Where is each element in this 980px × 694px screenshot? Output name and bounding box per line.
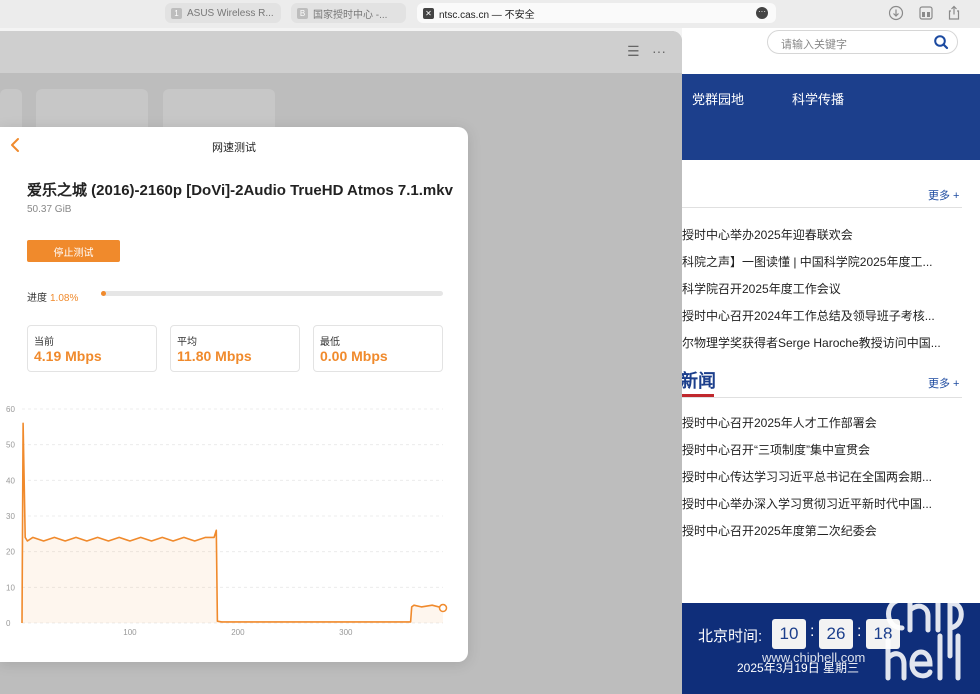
section-divider	[682, 397, 962, 398]
speed-test-dialog: 网速测试 爱乐之城 (2016)-2160p [DoVi]-2Audio Tru…	[0, 127, 468, 662]
y-tick-label: 50	[6, 441, 15, 450]
tab-label: ASUS Wireless R...	[187, 7, 274, 19]
progress-bar-fill	[101, 291, 107, 296]
tab-more-icon[interactable]: ···	[756, 7, 768, 19]
list-view-icon[interactable]: ☰	[627, 43, 640, 60]
stat-card-current: 当前 4.19 Mbps	[27, 325, 157, 372]
clock-hour: 10	[772, 619, 806, 649]
list-item[interactable]: 授时中心举办深入学习贯彻习近平新时代中国...	[682, 495, 964, 512]
y-tick-label: 30	[6, 512, 15, 521]
list-item[interactable]: 授时中心召开2025年度第二次纪委会	[682, 522, 964, 539]
y-tick-label: 20	[6, 548, 15, 557]
stat-value: 0.00 Mbps	[320, 348, 388, 364]
beijing-time-label: 北京时间:	[698, 628, 763, 645]
search-icon[interactable]	[933, 34, 949, 50]
stat-label: 最低	[320, 337, 340, 348]
clock-separator: :	[810, 623, 815, 640]
file-size: 50.37 GiB	[27, 204, 72, 215]
stat-label: 平均	[177, 337, 197, 348]
tab-favicon: 1	[171, 7, 182, 19]
y-tick-label: 40	[6, 476, 15, 485]
list-item[interactable]: 授时中心召开2025年人才工作部署会	[682, 414, 964, 431]
list-item[interactable]: 授时中心召开“三项制度”集中宣贯会	[682, 441, 964, 458]
speed-line-chart: 0 10 20 30 40 50 60 100 200 300	[6, 405, 448, 637]
stat-value: 4.19 Mbps	[34, 348, 102, 364]
list-item[interactable]: 科院之声】一图读懂 | 中国科学院2025年度工...	[682, 253, 964, 270]
progress-label-row: 进度 1.08%	[27, 289, 78, 304]
nav-item-party[interactable]: 党群园地	[692, 89, 744, 108]
app-toolbar: ☰ ···	[0, 31, 682, 73]
clock-minute: 26	[819, 619, 853, 649]
tab-ntsc-active[interactable]: ✕ ntsc.cas.cn — 不安全 ···	[417, 3, 776, 23]
x-tick-label: 200	[231, 628, 245, 637]
site-main-nav: 党群园地 科学传播	[682, 74, 980, 160]
section-divider	[682, 207, 962, 208]
list-item[interactable]: 尔物理学奖获得者Serge Haroche教授访问中国...	[682, 334, 964, 351]
section-more-link[interactable]: 更多 +	[928, 187, 959, 203]
y-tick-label: 60	[6, 405, 15, 414]
stat-card-minimum: 最低 0.00 Mbps	[313, 325, 443, 372]
list-item[interactable]: 科学院召开2025年度工作会议	[682, 280, 964, 297]
progress-label: 进度	[27, 293, 47, 304]
progress-bar	[101, 291, 443, 296]
tab-asus-router[interactable]: 1 ASUS Wireless R...	[165, 3, 281, 23]
chiphell-logo-watermark	[885, 585, 964, 681]
series-area	[22, 423, 443, 623]
dialog-title: 网速测试	[212, 142, 256, 154]
browser-tab-bar: 1 ASUS Wireless R... B 国家授时中心 -... ✕ nts…	[0, 0, 980, 28]
download-icon[interactable]	[888, 5, 904, 21]
y-tick-label: 0	[6, 619, 11, 628]
progress-percent: 1.08%	[50, 293, 79, 304]
file-name: 爱乐之城 (2016)-2160p [DoVi]-2Audio TrueHD A…	[27, 182, 453, 199]
share-icon[interactable]	[946, 5, 962, 21]
search-placeholder: 请输入关键字	[781, 39, 847, 51]
stop-test-button[interactable]: 停止测试	[27, 240, 120, 262]
tab-label: ntsc.cas.cn — 不安全	[439, 9, 535, 21]
tab-overview-icon[interactable]	[918, 5, 934, 21]
news-more-link[interactable]: 更多 +	[928, 375, 959, 391]
list-item[interactable]: 授时中心传达学习习近平总书记在全国两会期...	[682, 468, 964, 485]
clock-separator: :	[857, 623, 862, 640]
list-item[interactable]: 授时中心举办2025年迎春联欢会	[682, 226, 964, 243]
x-tick-label: 300	[339, 628, 353, 637]
stat-label: 当前	[34, 337, 54, 348]
more-icon[interactable]: ···	[652, 43, 666, 59]
series-endpoint-marker	[438, 603, 448, 613]
stat-value: 11.80 Mbps	[177, 348, 252, 364]
site-search-field[interactable]: 请输入关键字	[767, 30, 958, 54]
nav-item-science[interactable]: 科学传播	[792, 89, 844, 108]
tab-favicon: B	[297, 7, 308, 19]
stat-card-average: 平均 11.80 Mbps	[170, 325, 300, 372]
y-tick-label: 10	[6, 583, 15, 592]
tab-ntsc-home[interactable]: B 国家授时中心 -...	[291, 3, 406, 23]
watermark-url: www.chiphell.com	[762, 650, 866, 665]
tab-favicon: ✕	[423, 7, 434, 19]
x-tick-label: 100	[123, 628, 137, 637]
list-item[interactable]: 授时中心召开2024年工作总结及领导班子考核...	[682, 307, 964, 324]
news-section-title: 新闻	[682, 371, 716, 391]
tab-label: 国家授时中心 -...	[313, 9, 388, 21]
